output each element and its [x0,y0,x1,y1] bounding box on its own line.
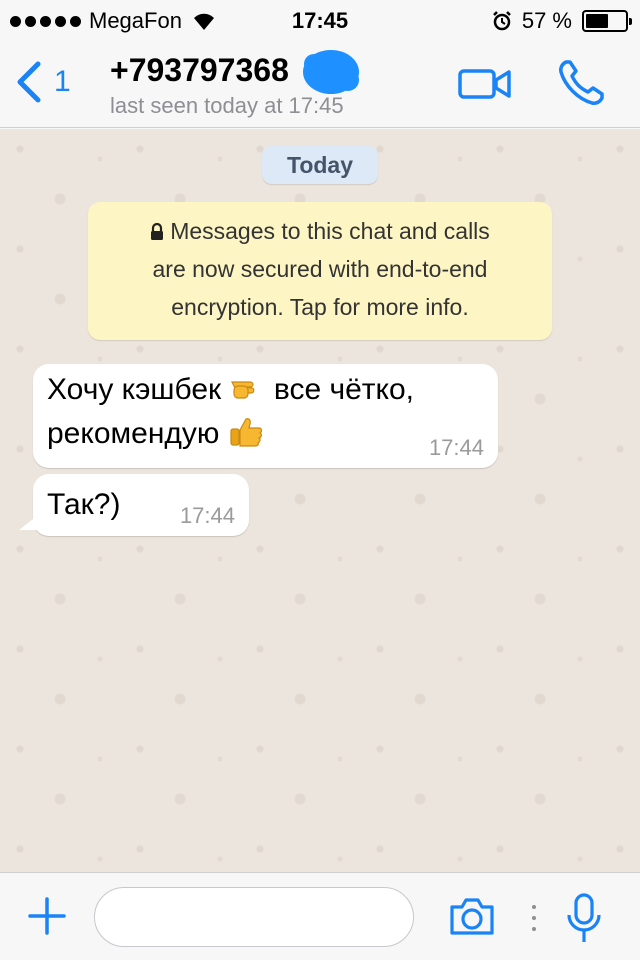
chat-area[interactable]: Today Messages to this chat and calls ar… [0,129,640,872]
message-input[interactable] [94,887,414,947]
incoming-message[interactable]: Так?) 17:44 [19,474,249,536]
phone-icon[interactable] [556,58,606,108]
input-bar [0,872,640,960]
battery-percent: 57 % [521,8,572,33]
pointing-hand-emoji-icon [230,381,254,399]
chat-header: 1 +793797368 last seen today at 17:45 [0,40,640,128]
status-bar: MegaFon 17:45 57 % [0,0,640,40]
encryption-notice-line-3: encryption. Tap for more info. [171,294,469,320]
more-dots-icon [532,905,536,931]
microphone-icon[interactable] [566,893,602,945]
battery-icon [582,10,632,32]
message-line-1: Хочу кэшбек все чётко, [47,373,414,406]
message-text: Так?) [47,488,121,521]
redaction-blob [303,50,359,94]
status-right: 57 % [492,8,632,34]
date-separator: Today [262,146,378,184]
camera-icon[interactable] [448,895,496,937]
video-camera-icon[interactable] [458,66,512,102]
contact-name[interactable]: +793797368 [110,52,289,89]
encryption-notice[interactable]: Messages to this chat and calls are now … [88,202,552,340]
alarm-icon [492,11,511,31]
message-time: 17:44 [179,503,235,528]
last-seen-status: last seen today at 17:45 [110,93,344,118]
plus-icon[interactable] [28,897,66,935]
thumbs-up-emoji-icon [230,418,262,447]
battery-fill [586,14,608,28]
message-line-2: рекомендую [47,412,484,456]
chevron-left-icon [17,61,41,103]
message-time: 17:44 [428,435,484,460]
back-button[interactable]: 1 [14,60,71,104]
incoming-message[interactable]: Хочу кэшбек все чётко, рекомендую 17:44 [33,364,498,468]
unread-count: 1 [54,65,71,98]
encryption-notice-line-1: Messages to this chat and calls [88,212,552,250]
encryption-notice-line-2: are now secured with end-to-end [152,256,488,282]
lock-icon [151,223,164,240]
